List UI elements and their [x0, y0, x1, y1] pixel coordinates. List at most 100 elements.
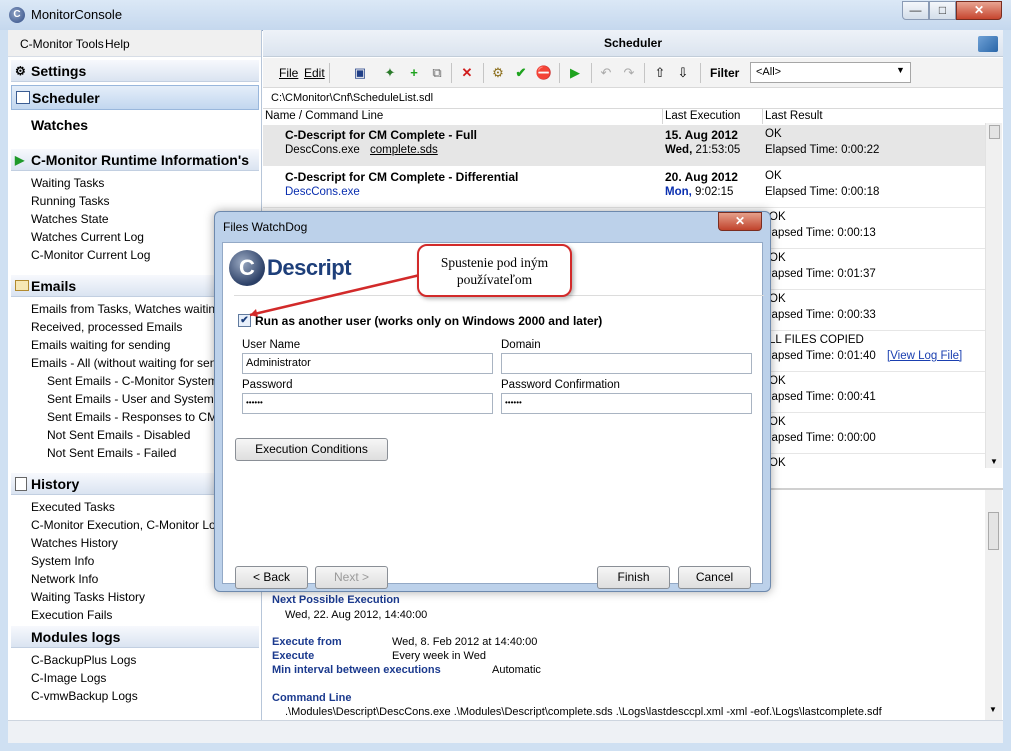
sidebar-item[interactable]: Waiting Tasks: [31, 176, 104, 190]
elapsed-time: lapsed Time: 0:00:33: [769, 309, 876, 321]
run-icon[interactable]: ▶: [566, 65, 584, 81]
move-up-icon[interactable]: ⇧: [651, 65, 669, 81]
execution-conditions-button[interactable]: Execution Conditions: [235, 438, 388, 461]
sidebar-subitem[interactable]: Not Sent Emails - Disabled: [47, 428, 190, 442]
close-button[interactable]: ✕: [956, 1, 1002, 20]
sidebar-item[interactable]: C-Monitor Execution, C-Monitor Log His: [31, 518, 243, 532]
callout-arrow: [249, 273, 421, 317]
elapsed-time: Elapsed Time: 0:00:22: [765, 144, 880, 156]
elapsed-time: lapsed Time: 0:00:00: [769, 432, 876, 444]
disable-icon[interactable]: ⛔: [535, 65, 553, 81]
column-header[interactable]: Name / Command Line: [265, 110, 383, 122]
menu-help[interactable]: Help: [105, 37, 130, 51]
minimize-button[interactable]: —: [902, 1, 929, 20]
last-result: OK: [765, 128, 782, 140]
sidebar-settings[interactable]: ⚙ Settings: [11, 60, 259, 82]
min-interval-label: Min interval between executions: [272, 664, 441, 676]
last-result: LL FILES COPIED: [769, 334, 864, 346]
scroll-down-icon[interactable]: ▼: [990, 457, 998, 466]
delete-icon[interactable]: ✕: [458, 65, 476, 81]
play-icon: ▶: [15, 153, 25, 167]
username-label: User Name: [242, 339, 301, 351]
column-header[interactable]: Last Result: [765, 110, 823, 122]
sidebar-item[interactable]: Emails waiting for sending: [31, 338, 170, 352]
sidebar-item[interactable]: System Info: [31, 554, 94, 568]
command-line-value: .\Modules\Descript\DescCons.exe .\Module…: [285, 706, 882, 718]
last-result: OK: [769, 457, 786, 469]
scrollbar[interactable]: ▼: [985, 123, 1002, 468]
cancel-button[interactable]: Cancel: [678, 566, 751, 589]
filter-value: <All>: [756, 66, 782, 78]
sidebar-item[interactable]: Emails - All (without waiting for sendin…: [31, 356, 239, 370]
sidebar-item[interactable]: Received, processed Emails: [31, 320, 182, 334]
back-button[interactable]: < Back: [235, 566, 308, 589]
sidebar-item[interactable]: Execution Fails: [31, 608, 112, 622]
copy-icon[interactable]: ⧉: [428, 65, 446, 81]
exec-from-label: Execute from: [272, 636, 342, 648]
chevron-down-icon[interactable]: ▼: [896, 65, 905, 75]
sidebar-item[interactable]: Watches State: [31, 212, 109, 226]
next-button[interactable]: Next >: [315, 566, 388, 589]
sidebar-item[interactable]: Watches Current Log: [31, 230, 144, 244]
table-row[interactable]: C-Descript for CM Complete - Differentia…: [263, 167, 985, 208]
sidebar-item[interactable]: Watches History: [31, 536, 118, 550]
last-exec-time: Mon, 9:02:15: [665, 186, 734, 198]
sidebar-subitem[interactable]: Not Sent Emails - Failed: [47, 446, 176, 460]
sidebar-item[interactable]: C-vmwBackup Logs: [31, 689, 138, 703]
finish-button[interactable]: Finish: [597, 566, 670, 589]
username-field[interactable]: Administrator: [242, 353, 493, 374]
elapsed-time: lapsed Time: 0:00:41: [769, 391, 876, 403]
sidebar-item[interactable]: Running Tasks: [31, 194, 110, 208]
task-link[interactable]: complete.sds: [370, 144, 438, 156]
settings-icon[interactable]: ⚙: [489, 65, 507, 81]
move-down-icon[interactable]: ⇩: [674, 65, 692, 81]
sidebar-item[interactable]: Executed Tasks: [31, 500, 115, 514]
password-field[interactable]: ••••••: [242, 393, 493, 414]
sidebar-subitem[interactable]: Sent Emails - Responses to CM que: [47, 410, 240, 424]
filter-label: Filter: [710, 66, 740, 80]
sidebar-item[interactable]: C-Image Logs: [31, 671, 106, 685]
scroll-thumb[interactable]: [989, 125, 1000, 139]
sidebar-scheduler[interactable]: Scheduler: [11, 85, 259, 110]
redo-icon[interactable]: ↷: [620, 65, 638, 81]
task-name: C-Descript for CM Complete - Differentia…: [285, 170, 519, 184]
menu-tools[interactable]: C-Monitor Tools: [20, 37, 104, 51]
sidebar-item[interactable]: Waiting Tasks History: [31, 590, 145, 604]
file-menu[interactable]: File: [279, 66, 298, 80]
sidebar-item[interactable]: C-Monitor Current Log: [31, 248, 150, 262]
column-header[interactable]: Last Execution: [665, 110, 740, 122]
separator: [700, 63, 701, 83]
sidebar-item[interactable]: C-BackupPlus Logs: [31, 653, 136, 667]
last-result: OK: [769, 211, 786, 223]
sidebar-watches[interactable]: Watches: [11, 114, 259, 136]
gear-icon: ⚙: [15, 64, 26, 78]
sidebar-subitem[interactable]: Sent Emails - User and System task: [47, 392, 239, 406]
scroll-thumb[interactable]: [988, 512, 999, 550]
last-result: OK: [769, 375, 786, 387]
sidebar-item[interactable]: Network Info: [31, 572, 98, 586]
sidebar-runtime[interactable]: ▶ C-Monitor Runtime Information's: [11, 149, 259, 171]
callout-bubble: Spustenie pod iným používateľom: [417, 244, 572, 297]
edit-menu[interactable]: Edit: [304, 66, 325, 80]
save-icon[interactable]: ▣: [351, 65, 369, 81]
filter-select[interactable]: <All>: [750, 62, 911, 83]
scrollbar[interactable]: ▼: [985, 490, 1002, 720]
password-confirm-label: Password Confirmation: [501, 379, 620, 391]
domain-field[interactable]: [501, 353, 752, 374]
scheduler-title: Scheduler: [603, 36, 663, 50]
command-line-label: Command Line: [272, 692, 352, 704]
separator: [559, 63, 560, 83]
sidebar-modules[interactable]: Modules logs: [11, 626, 259, 648]
dialog-close-button[interactable]: ✕: [718, 212, 762, 231]
password-confirm-field[interactable]: ••••••: [501, 393, 752, 414]
envelope-icon: [15, 280, 29, 291]
check-icon[interactable]: ✔: [512, 65, 530, 81]
undo-icon[interactable]: ↶: [597, 65, 615, 81]
add-icon[interactable]: +: [405, 65, 423, 81]
new-task-icon[interactable]: ✦: [381, 65, 399, 81]
maximize-button[interactable]: □: [929, 1, 956, 20]
scroll-down-icon[interactable]: ▼: [989, 705, 997, 714]
sidebar-item[interactable]: Emails from Tasks, Watches waiting for: [31, 302, 239, 316]
table-row[interactable]: C-Descript for CM Complete - Full DescCo…: [263, 125, 985, 166]
view-log-link[interactable]: [View Log File]: [887, 350, 962, 362]
